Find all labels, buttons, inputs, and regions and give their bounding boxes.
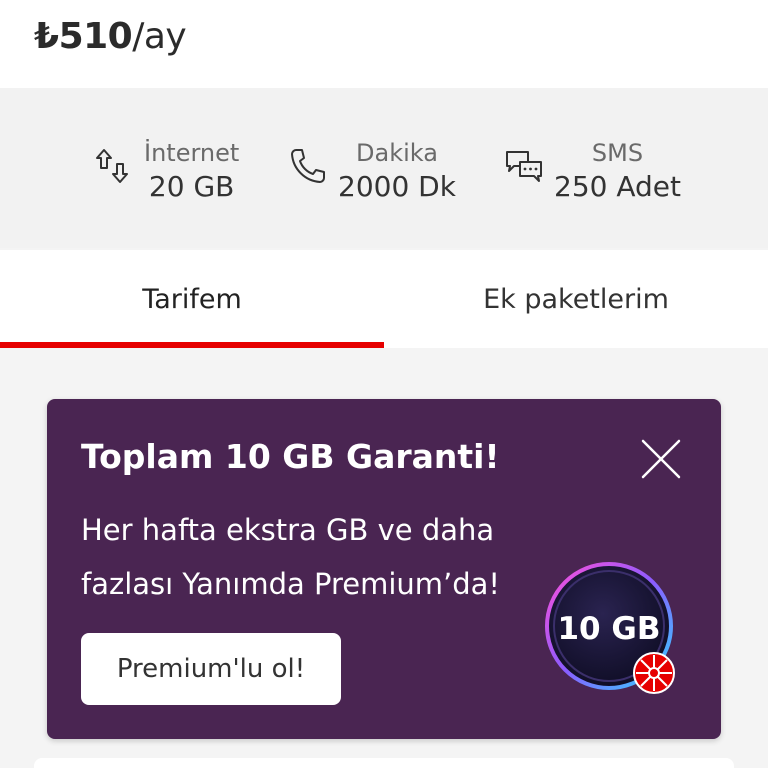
10gb-badge: 10 GB [542,559,682,699]
gift-wheel-icon [633,652,675,694]
allowance-value: 2000 Dk [338,170,456,203]
monthly-price: ₺510/ay [34,16,187,57]
promo-banner: Toplam 10 GB Garanti! Her hafta ekstra G… [47,399,721,739]
allowance-minutes: Dakika 2000 Dk [288,138,456,206]
price-header: ₺510/ay [0,0,768,88]
allowance-label: SMS [591,139,644,167]
allowance-sms: SMS 250 Adet [504,138,681,206]
phone-icon [291,149,325,183]
allowance-summary: İnternet 20 GB Dakika 2000 Dk SMS 250 Ad… [0,88,768,248]
data-arrows-icon [96,149,128,183]
tab-tarifem[interactable]: Tarifem [0,250,384,348]
allowance-label: Dakika [356,139,438,167]
tab-ek-paketlerim[interactable]: Ek paketlerim [384,250,768,348]
next-card [34,758,734,768]
badge-text: 10 GB [557,611,661,647]
chat-bubbles-icon [506,151,542,182]
promo-title: Toplam 10 GB Garanti! [81,437,500,476]
allowance-internet: İnternet 20 GB [94,138,239,206]
allowance-value: 20 GB [148,170,235,203]
premium-cta-button[interactable]: Premium'lu ol! [81,633,341,705]
promo-description: Her hafta ekstra GB ve daha fazlası Yanı… [81,513,501,601]
tab-bar: Tarifem Ek paketlerim [0,250,768,348]
close-icon[interactable] [639,437,683,481]
allowance-value: 250 Adet [554,170,681,203]
allowance-label: İnternet [144,139,240,167]
